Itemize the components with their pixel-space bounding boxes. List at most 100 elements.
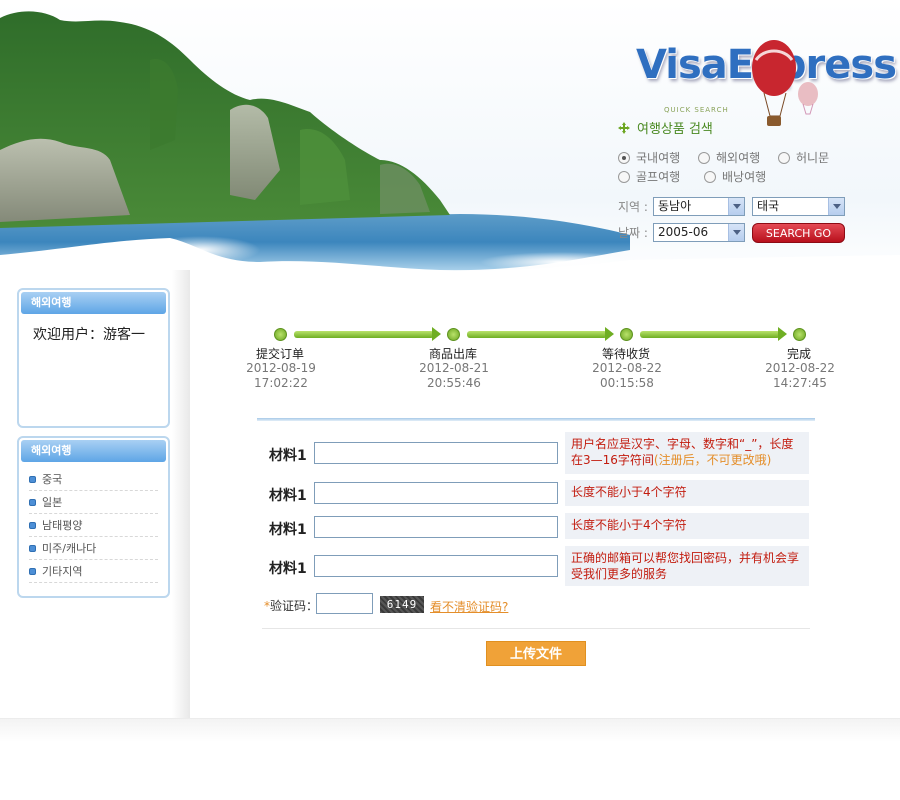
material-input-1[interactable] (314, 442, 558, 464)
hint-note: (注册后，不可更改哦) (653, 453, 772, 467)
radio-checked-icon[interactable] (618, 151, 630, 164)
hint-text: 长度不能小于4个字符 (571, 485, 687, 499)
radio-label: 골프여행 (636, 170, 681, 184)
captcha-label-text: 验证码： (270, 599, 319, 613)
menu-item-label: 일본 (42, 496, 63, 509)
menu-item-label: 기타지역 (42, 565, 83, 578)
step-arrow-icon (640, 327, 787, 341)
captcha-label: *验证码： (264, 597, 318, 614)
field-hint: 长度不能小于4个字符 (565, 513, 809, 539)
radio-label: 해외여행 (716, 151, 761, 165)
step-time: 14:27:45 (773, 376, 827, 390)
hot-air-balloon-icon (752, 40, 818, 126)
menu-item-south-pacific[interactable]: 남태평양 (29, 514, 158, 537)
radio-label: 배낭여행 (722, 170, 767, 184)
step-date: 2012-08-22 (765, 361, 835, 375)
captcha-image[interactable]: 6149 (380, 596, 424, 613)
chevron-down-icon[interactable] (728, 198, 744, 215)
bullet-icon (29, 544, 36, 552)
date-select[interactable]: 2005-06 (653, 223, 745, 242)
destination-box-title: 해외여행 (21, 440, 166, 462)
radio-golf-trip[interactable]: 골프여행 (618, 168, 704, 185)
bullet-icon (29, 498, 36, 506)
country-select-value: 태국 (757, 199, 780, 213)
travel-search-title: 여행상품 검색 (617, 118, 713, 137)
step-date: 2012-08-21 (419, 361, 489, 375)
material-label: 材料1 (269, 561, 307, 577)
step-dot-icon (447, 328, 460, 341)
step-dot-icon (793, 328, 806, 341)
radio-domestic-trip[interactable]: 국내여행 (618, 149, 698, 166)
step-label: 商品出库 (428, 347, 477, 361)
menu-item-label: 남태평양 (42, 519, 83, 532)
bullet-icon (29, 475, 36, 483)
step-date: 2012-08-19 (246, 361, 316, 375)
menu-item-label: 중국 (42, 473, 63, 486)
radio-label: 허니문 (796, 151, 830, 165)
radio-unchecked-icon[interactable] (618, 170, 630, 183)
hint-text: 长度不能小于4个字符 (571, 518, 687, 532)
step-label: 提交订单 (255, 347, 304, 361)
radio-honeymoon[interactable]: 허니문 (778, 149, 858, 166)
date-label: 날짜 : (618, 226, 648, 240)
welcome-box: 해외여행 欢迎用户：游客一 (17, 288, 170, 428)
form-bottom-divider (262, 628, 810, 629)
search-go-button[interactable]: SEARCH GO (752, 223, 845, 243)
captcha-input[interactable] (316, 593, 373, 614)
travel-search-label: 여행상품 검색 (637, 122, 713, 137)
radio-backpacking[interactable]: 배낭여행 (704, 168, 790, 185)
menu-item-other-regions[interactable]: 기타지역 (29, 560, 158, 583)
step-time: 17:02:22 (254, 376, 308, 390)
field-hint: 长度不能小于4个字符 (565, 480, 809, 506)
radio-overseas-trip[interactable]: 해외여행 (698, 149, 778, 166)
step-label: 等待收货 (601, 347, 650, 361)
radio-unchecked-icon[interactable] (778, 151, 790, 164)
destination-menu: 중국 일본 남태평양 미주/캐나다 기타지역 (19, 464, 168, 587)
sidebar-shadow (172, 270, 190, 720)
menu-item-japan[interactable]: 일본 (29, 491, 158, 514)
material-input-4[interactable] (314, 555, 558, 577)
quick-search-caption: QUICK SEARCH (664, 106, 729, 114)
material-input-3[interactable] (314, 516, 558, 538)
chevron-down-icon[interactable] (728, 224, 744, 241)
radio-label: 국내여행 (636, 151, 681, 165)
step-time: 20:55:46 (427, 376, 481, 390)
trip-type-radio-group: 국내여행 해외여행 허니문 골프여행 배낭여행 (618, 148, 858, 186)
country-select[interactable]: 태국 (752, 197, 845, 216)
material-input-2[interactable] (314, 482, 558, 504)
menu-item-america-canada[interactable]: 미주/캐나다 (29, 537, 158, 560)
hint-text: 正确的邮箱可以帮您找回密码，并有机会享受我们更多的服务 (571, 551, 800, 581)
step-arrow-icon (294, 327, 441, 341)
welcome-text: 欢迎用户：游客一 (33, 327, 145, 343)
material-label: 材料1 (269, 448, 307, 464)
move-arrows-icon (618, 121, 630, 134)
field-hint: 正确的邮箱可以帮您找回密码，并有机会享受我们更多的服务 (565, 546, 809, 586)
region-select-value: 동남아 (658, 199, 692, 213)
region-label: 지역 : (618, 200, 648, 214)
radio-unchecked-icon[interactable] (698, 151, 710, 164)
step-arrow-icon (467, 327, 614, 341)
refresh-captcha-link[interactable]: 看不清验证码? (430, 598, 508, 615)
form-top-divider (257, 418, 815, 421)
step-date: 2012-08-22 (592, 361, 662, 375)
footer-band (0, 718, 900, 742)
step-label: 完成 (786, 347, 811, 361)
step-dot-icon (620, 328, 633, 341)
menu-item-china[interactable]: 중국 (29, 468, 158, 491)
menu-item-label: 미주/캐나다 (42, 542, 97, 555)
chevron-down-icon[interactable] (828, 198, 844, 215)
bullet-icon (29, 567, 36, 575)
welcome-box-title: 해외여행 (21, 292, 166, 314)
upload-file-button[interactable]: 上传文件 (486, 641, 586, 666)
region-select[interactable]: 동남아 (653, 197, 745, 216)
field-hint: 用户名应是汉字、字母、数字和“_”，长度在3—16字符间(注册后，不可更改哦) (565, 432, 809, 474)
header-banner: VisaExpress QUICK SEARCH 여행상품 검색 국내여행 해외… (0, 0, 900, 285)
order-progress-steps: 提交订单 2012-08-19 17:02:22 商品出库 2012-08-21… (246, 320, 850, 400)
step-time: 00:15:58 (600, 376, 654, 390)
step-dot-icon (274, 328, 287, 341)
material-label: 材料1 (269, 522, 307, 538)
bullet-icon (29, 521, 36, 529)
radio-unchecked-icon[interactable] (704, 170, 716, 183)
date-select-value: 2005-06 (658, 225, 709, 239)
destination-box: 해외여행 중국 일본 남태평양 미주/캐나다 기타지역 (17, 436, 170, 598)
